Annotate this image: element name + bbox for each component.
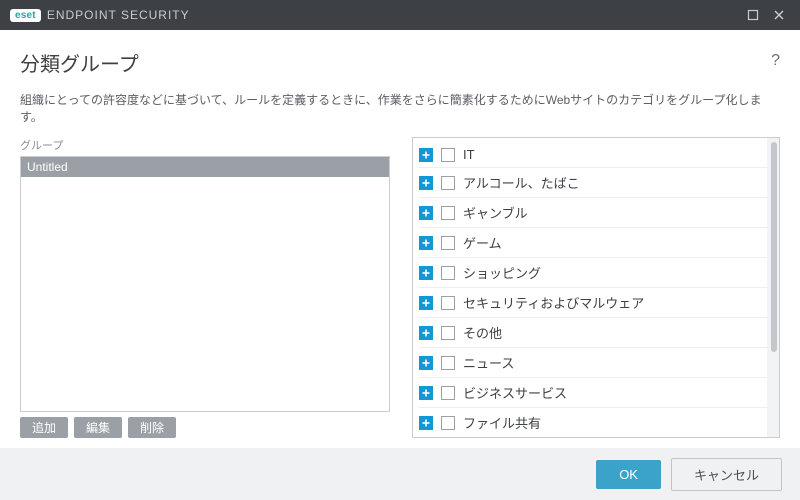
brand: eset ENDPOINT SECURITY [10, 8, 190, 22]
category-label: ショッピング [463, 263, 541, 282]
page-description: 組織にとっての許容度などに基づいて、ルールを定義するときに、作業をさらに簡素化す… [20, 91, 780, 125]
category-checkbox[interactable] [441, 176, 455, 190]
category-checkbox[interactable] [441, 386, 455, 400]
brand-badge: eset [10, 9, 41, 22]
scrollbar-thumb[interactable] [771, 142, 777, 352]
category-label: セキュリティおよびマルウェア [463, 293, 644, 312]
category-label: ファイル共有 [463, 413, 541, 432]
page-title: 分類グループ [20, 48, 771, 77]
content-area: 分類グループ ? 組織にとっての許容度などに基づいて、ルールを定義するときに、作… [0, 30, 800, 448]
expand-icon[interactable] [419, 386, 433, 400]
category-row: アルコール、たばこ [419, 168, 767, 198]
brand-product: ENDPOINT SECURITY [47, 8, 190, 22]
category-row: ファイル共有 [419, 408, 767, 437]
groups-list[interactable]: Untitled [20, 156, 390, 412]
edit-group-button[interactable]: 編集 [74, 417, 122, 438]
category-row: ニュース [419, 348, 767, 378]
category-label: ビジネスサービス [463, 383, 567, 402]
category-row: ゲーム [419, 228, 767, 258]
category-checkbox[interactable] [441, 416, 455, 430]
category-checkbox[interactable] [441, 266, 455, 280]
category-label: その他 [463, 323, 502, 342]
add-group-button[interactable]: 追加 [20, 417, 68, 438]
expand-icon[interactable] [419, 236, 433, 250]
category-label: ニュース [463, 353, 514, 372]
category-row: セキュリティおよびマルウェア [419, 288, 767, 318]
expand-icon[interactable] [419, 416, 433, 430]
category-row: ショッピング [419, 258, 767, 288]
cancel-button[interactable]: キャンセル [671, 458, 782, 491]
categories-scrollbar[interactable] [767, 138, 779, 437]
expand-icon[interactable] [419, 176, 433, 190]
category-checkbox[interactable] [441, 206, 455, 220]
close-icon [773, 9, 785, 21]
groups-column: グループ Untitled 追加 編集 削除 [20, 137, 390, 438]
expand-icon[interactable] [419, 296, 433, 310]
expand-icon[interactable] [419, 266, 433, 280]
footer-bar: OK キャンセル [0, 448, 800, 500]
category-label: ギャンブル [463, 203, 528, 222]
category-checkbox[interactable] [441, 296, 455, 310]
groups-label: グループ [20, 137, 390, 153]
maximize-icon [747, 9, 759, 21]
categories-list[interactable]: IT アルコール、たばこギャンブルゲームショッピングセキュリティおよびマルウェアそ… [413, 138, 767, 437]
category-label: ゲーム [463, 233, 502, 252]
group-item[interactable]: Untitled [21, 157, 389, 177]
expand-icon[interactable] [419, 148, 433, 162]
category-label: IT [463, 147, 475, 162]
categories-box: IT アルコール、たばこギャンブルゲームショッピングセキュリティおよびマルウェアそ… [412, 137, 780, 438]
help-button[interactable]: ? [771, 48, 780, 70]
group-actions: 追加 編集 削除 [20, 417, 390, 438]
category-row: IT [419, 142, 767, 168]
category-row: その他 [419, 318, 767, 348]
category-row: ギャンブル [419, 198, 767, 228]
window-close-button[interactable] [766, 2, 792, 28]
ok-button[interactable]: OK [596, 460, 661, 489]
category-checkbox[interactable] [441, 236, 455, 250]
categories-column: IT アルコール、たばこギャンブルゲームショッピングセキュリティおよびマルウェアそ… [412, 137, 780, 438]
category-checkbox[interactable] [441, 148, 455, 162]
category-row: ビジネスサービス [419, 378, 767, 408]
category-checkbox[interactable] [441, 326, 455, 340]
category-checkbox[interactable] [441, 356, 455, 370]
delete-group-button[interactable]: 削除 [128, 417, 176, 438]
expand-icon[interactable] [419, 206, 433, 220]
window-maximize-button[interactable] [740, 2, 766, 28]
expand-icon[interactable] [419, 326, 433, 340]
expand-icon[interactable] [419, 356, 433, 370]
category-label: アルコール、たばこ [463, 173, 580, 192]
title-bar: eset ENDPOINT SECURITY [0, 0, 800, 30]
